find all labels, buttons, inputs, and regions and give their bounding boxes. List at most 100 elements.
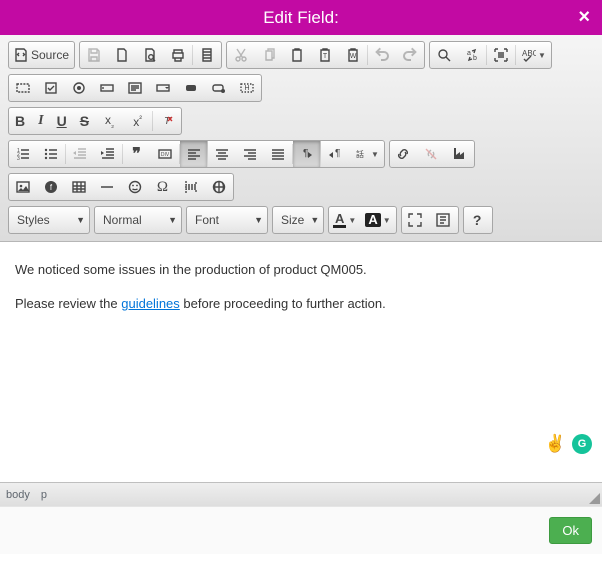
indent-button[interactable]: [94, 141, 122, 167]
numbered-list-button[interactable]: 123: [9, 141, 37, 167]
radio-button[interactable]: [65, 75, 93, 101]
bg-color-button[interactable]: A▼: [361, 207, 395, 233]
editor-content[interactable]: We noticed some issues in the production…: [0, 242, 602, 482]
strike-button[interactable]: S: [74, 108, 96, 134]
svg-text:¶: ¶: [303, 148, 308, 159]
resize-handle[interactable]: [589, 493, 600, 504]
pagebreak-button[interactable]: [177, 174, 205, 200]
div-container-button[interactable]: DIV: [151, 141, 179, 167]
paragraph-1: We noticed some issues in the production…: [15, 262, 367, 277]
help-button[interactable]: ?: [464, 207, 492, 233]
underline-button[interactable]: U: [51, 108, 74, 134]
paragraph-2b: before proceeding to further action.: [180, 296, 386, 311]
svg-text:DIV: DIV: [160, 152, 169, 158]
select-all-button[interactable]: [487, 42, 515, 68]
outdent-button[interactable]: [66, 141, 94, 167]
styles-label: Styles: [17, 213, 50, 227]
flash-button[interactable]: f: [37, 174, 65, 200]
justify-button[interactable]: [264, 141, 292, 167]
svg-text:T: T: [322, 53, 327, 60]
svg-text:T: T: [164, 116, 171, 127]
align-left-button[interactable]: [180, 141, 208, 167]
paste-text-button[interactable]: T: [311, 42, 339, 68]
copy-button[interactable]: [255, 42, 283, 68]
print-button[interactable]: [164, 42, 192, 68]
svg-text:H: H: [244, 85, 249, 92]
styles-combo[interactable]: Styles▼: [8, 206, 90, 234]
cut-button[interactable]: [227, 42, 255, 68]
language-button[interactable]: 話▼: [349, 141, 384, 167]
size-combo[interactable]: Size▼: [272, 206, 324, 234]
svg-text:W: W: [349, 53, 356, 60]
font-label: Font: [195, 213, 219, 227]
italic-button[interactable]: I: [32, 108, 50, 134]
editor-statusbar: body p: [0, 482, 602, 506]
bulleted-list-button[interactable]: [37, 141, 65, 167]
subscript-button[interactable]: x₂: [96, 108, 124, 134]
textfield-button[interactable]: [93, 75, 121, 101]
paste-button[interactable]: [283, 42, 311, 68]
form-button[interactable]: [9, 75, 37, 101]
element-path: body p: [6, 489, 55, 501]
svg-text:b: b: [473, 55, 477, 62]
grammarly-icon[interactable]: G: [572, 434, 592, 454]
font-combo[interactable]: Font▼: [186, 206, 268, 234]
hiddenfield-button[interactable]: H: [233, 75, 261, 101]
specialchar-button[interactable]: Ω: [149, 174, 177, 200]
text-color-button[interactable]: A▼: [329, 207, 361, 233]
superscript-button[interactable]: x²: [124, 108, 152, 134]
source-label: Source: [31, 48, 69, 62]
align-right-button[interactable]: [236, 141, 264, 167]
paste-word-button[interactable]: W: [339, 42, 367, 68]
unlink-button[interactable]: [418, 141, 446, 167]
image-button[interactable]: [9, 174, 37, 200]
new-page-button[interactable]: [108, 42, 136, 68]
ltr-button[interactable]: ¶: [293, 141, 321, 167]
smiley-button[interactable]: [121, 174, 149, 200]
bold-button[interactable]: B: [9, 108, 32, 134]
grammarly-widget: ✌️ G: [545, 434, 592, 454]
svg-text:3: 3: [17, 156, 20, 162]
undo-button[interactable]: [368, 42, 396, 68]
svg-text:ABC: ABC: [522, 49, 536, 58]
remove-format-button[interactable]: T: [153, 108, 181, 134]
select-button[interactable]: [149, 75, 177, 101]
blockquote-button[interactable]: ❞: [123, 141, 151, 167]
svg-text:a: a: [467, 50, 471, 57]
peace-emoji-icon: ✌️: [545, 434, 566, 454]
link-button[interactable]: [390, 141, 418, 167]
checkbox-button[interactable]: [37, 75, 65, 101]
path-p[interactable]: p: [41, 489, 47, 501]
show-blocks-button[interactable]: [430, 207, 458, 233]
editor-toolbar: Source T W ab ABC▼: [0, 35, 602, 242]
spellcheck-button[interactable]: ABC▼: [516, 42, 551, 68]
anchor-button[interactable]: [446, 141, 474, 167]
ok-button[interactable]: Ok: [549, 517, 592, 544]
dialog-titlebar: Edit Field: ×: [0, 0, 602, 35]
format-label: Normal: [103, 213, 142, 227]
dialog-title: Edit Field:: [263, 8, 339, 28]
svg-text:¶: ¶: [335, 148, 340, 159]
iframe-button[interactable]: [205, 174, 233, 200]
preview-button[interactable]: [136, 42, 164, 68]
save-button[interactable]: [80, 42, 108, 68]
imagebutton-button[interactable]: [205, 75, 233, 101]
find-button[interactable]: [430, 42, 458, 68]
align-center-button[interactable]: [208, 141, 236, 167]
hr-button[interactable]: [93, 174, 121, 200]
button-field-button[interactable]: [177, 75, 205, 101]
path-body[interactable]: body: [6, 489, 30, 501]
redo-button[interactable]: [396, 42, 424, 68]
rtl-button[interactable]: ¶: [321, 141, 349, 167]
close-button[interactable]: ×: [578, 6, 590, 29]
table-button[interactable]: [65, 174, 93, 200]
size-label: Size: [281, 213, 304, 227]
replace-button[interactable]: ab: [458, 42, 486, 68]
dialog-footer: Ok: [0, 506, 602, 554]
maximize-button[interactable]: [402, 207, 430, 233]
format-combo[interactable]: Normal▼: [94, 206, 182, 234]
guidelines-link[interactable]: guidelines: [121, 296, 180, 311]
templates-button[interactable]: [193, 42, 221, 68]
source-button[interactable]: Source: [9, 42, 74, 68]
textarea-button[interactable]: [121, 75, 149, 101]
